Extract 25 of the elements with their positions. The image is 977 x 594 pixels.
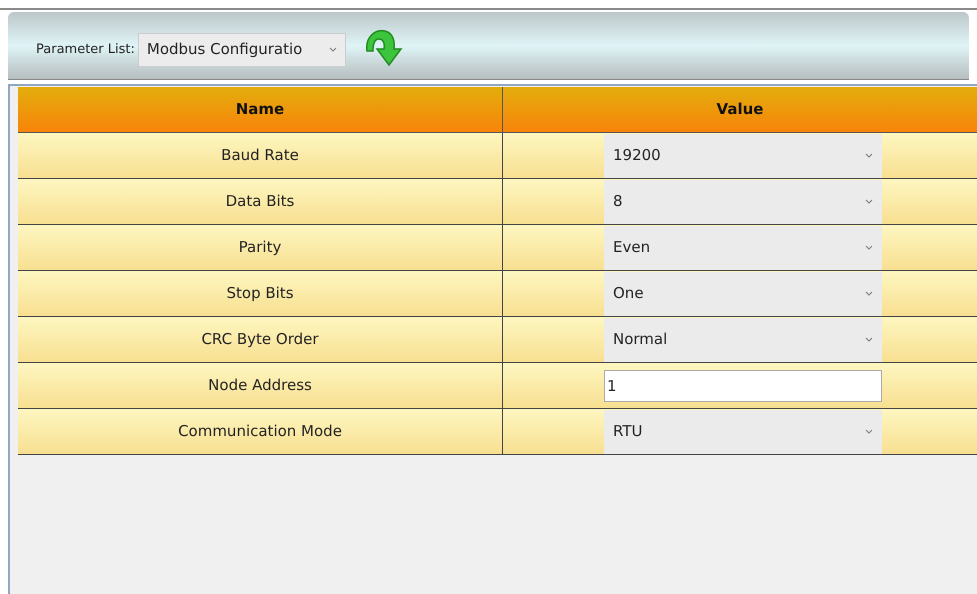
chevron-down-icon [865, 245, 873, 250]
value-dropdown[interactable]: RTU [604, 410, 882, 454]
value-dropdown[interactable]: One [604, 272, 882, 316]
table-cell: CRC Byte Order [18, 317, 503, 362]
chevron-down-icon [865, 429, 873, 434]
table-cell: Baud Rate [18, 133, 503, 178]
chevron-down-icon [328, 47, 337, 52]
chevron-down-icon [865, 153, 873, 158]
value-dropdown[interactable]: 8 [604, 180, 882, 224]
parameter-list-dropdown[interactable]: Modbus Configuratio [138, 32, 346, 66]
value-input[interactable]: 1 [604, 370, 882, 402]
table-cell: Data Bits [18, 179, 503, 224]
value-dropdown[interactable]: 19200 [604, 134, 882, 178]
value-dropdown[interactable]: Even [604, 226, 882, 270]
value-dropdown[interactable]: Normal [604, 318, 882, 362]
table-cell: Stop Bits [18, 271, 503, 316]
table-cell: Parity [18, 225, 503, 270]
column-header: Value [716, 99, 764, 120]
chevron-down-icon [865, 291, 873, 296]
parameter-list-label: Parameter List: [36, 40, 135, 59]
column-header: Name [18, 87, 503, 132]
table-cell: Node Address [18, 363, 503, 408]
chevron-down-icon [865, 199, 873, 204]
chevron-down-icon [865, 337, 873, 342]
table-cell: Communication Mode [18, 409, 503, 454]
